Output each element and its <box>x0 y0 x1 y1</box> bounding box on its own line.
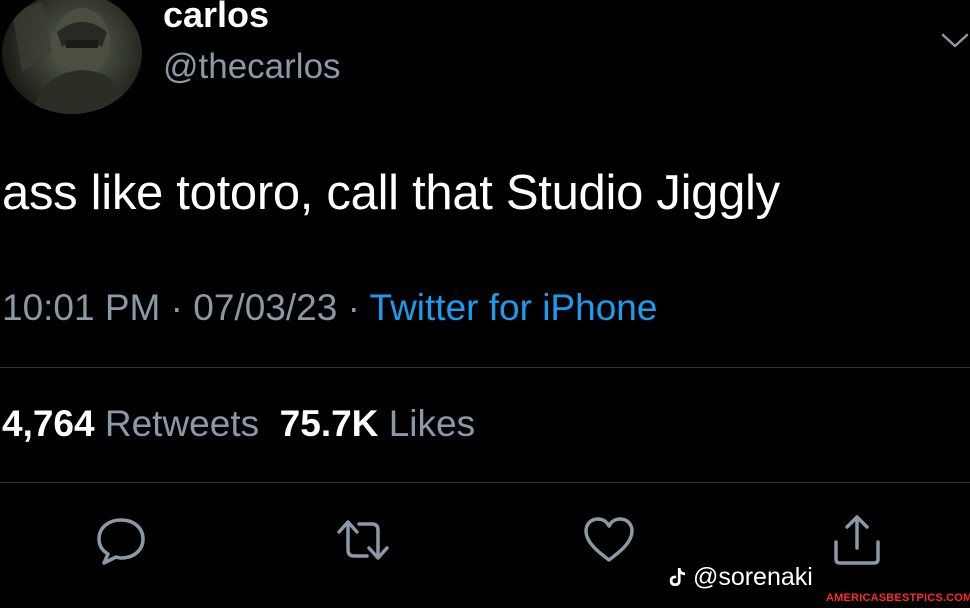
user-handle[interactable]: @thecarlos <box>163 47 341 87</box>
likes-label[interactable]: Likes <box>389 403 475 444</box>
reply-icon[interactable] <box>91 512 151 568</box>
divider <box>0 482 970 483</box>
tweet-source-link[interactable]: Twitter for iPhone <box>370 287 658 328</box>
tweet-text: ass like totoro, call that Studio Jiggly <box>2 166 780 220</box>
heart-icon[interactable] <box>579 512 639 568</box>
tweet-date: 07/03/23 <box>193 287 338 328</box>
share-icon[interactable] <box>827 512 887 568</box>
retweets-count[interactable]: 4,764 <box>2 403 95 444</box>
tiktok-username: @sorenaki <box>692 563 813 591</box>
meta-separator: · <box>337 287 370 328</box>
likes-count[interactable]: 75.7K <box>280 403 379 444</box>
tiktok-watermark: @sorenaki <box>668 563 813 592</box>
tiktok-icon <box>668 563 693 591</box>
chevron-down-icon[interactable] <box>940 30 970 50</box>
divider <box>0 367 970 368</box>
meta-separator: · <box>160 287 194 328</box>
avatar[interactable] <box>2 0 142 114</box>
retweet-icon[interactable] <box>333 512 393 568</box>
site-watermark: AMERICASBESTPICS.COM <box>826 588 970 608</box>
display-name[interactable]: carlos <box>163 0 269 36</box>
tweet-time: 10:01 PM <box>2 287 161 328</box>
tweet-meta: 10:01 PM · 07/03/23 · Twitter for iPhone <box>2 287 657 329</box>
retweets-label[interactable]: Retweets <box>105 403 259 444</box>
avatar-image <box>12 2 132 114</box>
tweet-stats: 4,764 Retweets 75.7K Likes <box>2 403 475 445</box>
